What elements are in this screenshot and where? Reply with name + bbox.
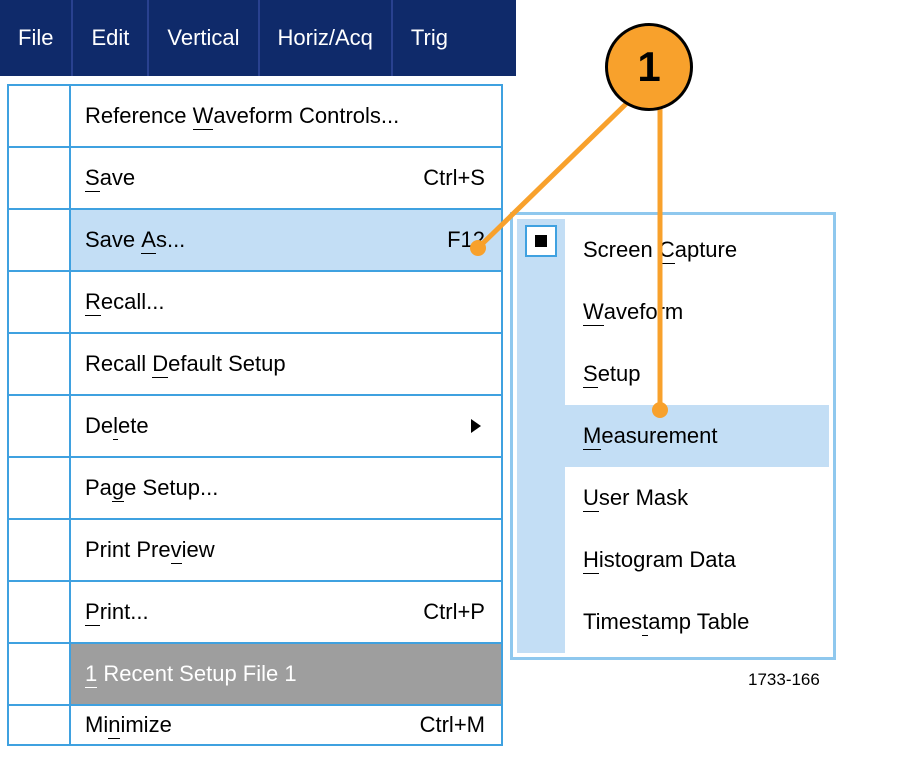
menu-vertical[interactable]: Vertical (147, 0, 257, 76)
menuitem-label: Recall Default Setup (85, 351, 286, 377)
shortcut-label: Ctrl+M (420, 712, 485, 738)
submenu-label: Measurement (583, 423, 718, 449)
menu-file[interactable]: File (0, 0, 71, 76)
menu-gutter (9, 86, 71, 146)
menu-trig[interactable]: Trig (391, 0, 454, 76)
menu-gutter (9, 210, 71, 270)
menu-gutter (9, 458, 71, 518)
menuitem-label: Print... (85, 599, 149, 625)
menu-gutter (9, 520, 71, 580)
shortcut-label: Ctrl+P (423, 599, 485, 625)
menuitem-label: Delete (85, 413, 149, 439)
menu-gutter (9, 396, 71, 456)
menuitem-reference-waveform-controls[interactable]: Reference Waveform Controls... (9, 86, 501, 148)
menuitem-label: Save As... (85, 227, 185, 253)
submenu-histogram-data[interactable]: Histogram Data (565, 529, 829, 591)
menuitem-label: Save (85, 165, 135, 191)
shortcut-label: F12 (447, 227, 485, 253)
submenu-user-mask[interactable]: User Mask (565, 467, 829, 529)
menu-gutter (9, 644, 71, 704)
menu-gutter (9, 334, 71, 394)
menuitem-minimize[interactable]: Minimize Ctrl+M (9, 706, 501, 746)
menuitem-save[interactable]: Save Ctrl+S (9, 148, 501, 210)
menuitem-label: Reference Waveform Controls... (85, 103, 399, 129)
callout-1: 1 (605, 23, 693, 111)
menuitem-label: Minimize (85, 712, 172, 738)
menu-horiz-acq[interactable]: Horiz/Acq (258, 0, 391, 76)
submenu-waveform[interactable]: Waveform (565, 281, 829, 343)
submenu-label: Setup (583, 361, 641, 387)
menuitem-recall[interactable]: Recall... (9, 272, 501, 334)
menubar: File Edit Vertical Horiz/Acq Trig (0, 0, 516, 76)
menuitem-save-as[interactable]: Save As... F12 (9, 210, 501, 272)
menu-gutter (9, 148, 71, 208)
saveas-submenu: Screen Capture Waveform Setup Measuremen… (510, 212, 836, 660)
submenu-label: Waveform (583, 299, 683, 325)
menuitem-label: Recall... (85, 289, 164, 315)
callout-label: 1 (637, 43, 660, 91)
submenu-setup[interactable]: Setup (565, 343, 829, 405)
submenu-gutter (517, 219, 565, 653)
submenu-label: User Mask (583, 485, 688, 511)
submenu-measurement[interactable]: Measurement (565, 405, 829, 467)
menuitem-recent-setup-file[interactable]: 1 Recent Setup File 1 (9, 644, 501, 706)
file-menu: Reference Waveform Controls... Save Ctrl… (7, 84, 503, 746)
menu-edit[interactable]: Edit (71, 0, 147, 76)
menuitem-print-preview[interactable]: Print Preview (9, 520, 501, 582)
menuitem-label: 1 Recent Setup File 1 (85, 661, 297, 687)
menuitem-page-setup[interactable]: Page Setup... (9, 458, 501, 520)
figure-id: 1733-166 (748, 670, 820, 690)
submenu-label: Timestamp Table (583, 609, 749, 635)
menuitem-delete[interactable]: Delete (9, 396, 501, 458)
menuitem-label: Page Setup... (85, 475, 218, 501)
menu-gutter (9, 582, 71, 642)
menuitem-print[interactable]: Print... Ctrl+P (9, 582, 501, 644)
menuitem-label: Print Preview (85, 537, 215, 563)
chevron-right-icon (471, 419, 481, 433)
submenu-label: Screen Capture (583, 237, 737, 263)
menuitem-recall-default-setup[interactable]: Recall Default Setup (9, 334, 501, 396)
submenu-timestamp-table[interactable]: Timestamp Table (565, 591, 829, 653)
menu-gutter (9, 706, 71, 744)
checkbox-icon (525, 225, 557, 257)
menu-gutter (9, 272, 71, 332)
shortcut-label: Ctrl+S (423, 165, 485, 191)
submenu-label: Histogram Data (583, 547, 736, 573)
submenu-screen-capture[interactable]: Screen Capture (565, 219, 829, 281)
